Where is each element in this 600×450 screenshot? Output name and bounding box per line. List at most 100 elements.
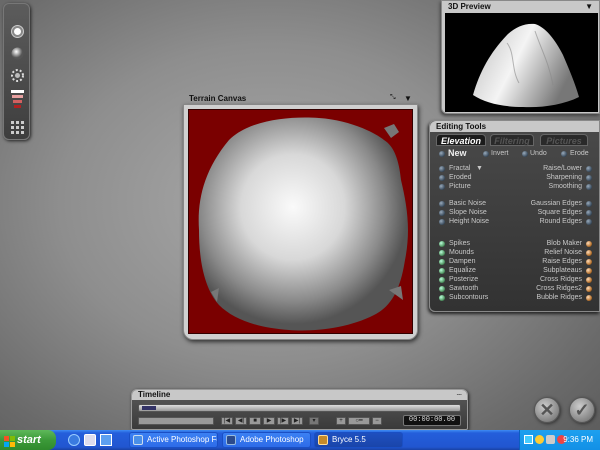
scrubber-thumb[interactable] bbox=[142, 406, 156, 410]
eroded-dot-icon[interactable] bbox=[439, 175, 445, 181]
fractal-dot-icon[interactable] bbox=[439, 166, 445, 172]
gaussian-edges-button[interactable]: Gaussian Edges bbox=[531, 200, 582, 208]
step-forward-icon[interactable]: |▶ bbox=[277, 417, 289, 425]
erode-dot-icon[interactable] bbox=[561, 151, 567, 157]
timeline-track-bar[interactable] bbox=[138, 417, 214, 425]
undo-button[interactable]: Undo bbox=[530, 150, 547, 158]
invert-button[interactable]: Invert bbox=[491, 150, 509, 158]
mounds-button[interactable]: Mounds bbox=[449, 249, 474, 257]
new-dot-icon[interactable] bbox=[439, 151, 445, 157]
cancel-button[interactable]: ✕ bbox=[534, 397, 560, 423]
basic-noise-dot-icon[interactable] bbox=[439, 201, 445, 207]
basic-noise-button[interactable]: Basic Noise bbox=[449, 200, 486, 208]
accept-button[interactable]: ✓ bbox=[569, 397, 595, 423]
gradient-bars-icon[interactable] bbox=[10, 89, 25, 109]
square-edges-dot-icon[interactable] bbox=[586, 210, 592, 216]
grid-icon[interactable] bbox=[10, 120, 25, 135]
height-noise-dot-icon[interactable] bbox=[439, 219, 445, 225]
gaussian-edges-dot-icon[interactable] bbox=[586, 201, 592, 207]
step-back-icon[interactable]: ◀| bbox=[235, 417, 247, 425]
resize-icon[interactable]: ⤡ bbox=[390, 94, 396, 102]
resize-grip-icon[interactable]: ....... bbox=[456, 391, 462, 397]
play-icon[interactable]: ▶ bbox=[263, 417, 275, 425]
stop-icon[interactable]: ■ bbox=[249, 417, 261, 425]
tab-filtering[interactable]: Filtering bbox=[490, 134, 534, 146]
shaded-sphere-icon[interactable] bbox=[10, 46, 25, 61]
tab-pictures[interactable]: Pictures bbox=[540, 134, 588, 146]
posterize-dot-icon[interactable] bbox=[439, 277, 445, 283]
internet-explorer-icon[interactable] bbox=[68, 434, 80, 446]
dampen-button[interactable]: Dampen bbox=[449, 258, 475, 266]
triangle-down-icon[interactable]: ▼ bbox=[585, 2, 593, 11]
square-edges-button[interactable]: Square Edges bbox=[538, 209, 582, 217]
smoothing-dot-icon[interactable] bbox=[586, 184, 592, 190]
subplateaus-dot-icon[interactable] bbox=[586, 268, 592, 274]
sphere-icon[interactable] bbox=[10, 24, 25, 39]
record-icon[interactable]: ▾ bbox=[309, 417, 319, 425]
invert-dot-icon[interactable] bbox=[483, 151, 489, 157]
equalize-dot-icon[interactable] bbox=[439, 268, 445, 274]
taskbar-item-adobe-photoshop[interactable]: Adobe Photoshop bbox=[222, 432, 311, 448]
round-edges-dot-icon[interactable] bbox=[586, 219, 592, 225]
bubble-ridges-button[interactable]: Bubble Ridges bbox=[536, 294, 582, 302]
tab-elevation[interactable]: Elevation bbox=[436, 134, 486, 146]
fractal-button[interactable]: Fractal bbox=[449, 165, 470, 173]
raise-lower-dot-icon[interactable] bbox=[586, 166, 592, 172]
timeline-scrubber[interactable] bbox=[138, 404, 461, 412]
new-button[interactable]: New bbox=[448, 149, 467, 158]
subcontours-button[interactable]: Subcontours bbox=[449, 294, 488, 302]
smoothing-button[interactable]: Smoothing bbox=[549, 183, 582, 191]
slope-noise-button[interactable]: Slope Noise bbox=[449, 209, 487, 217]
to-start-icon[interactable]: |◀ bbox=[221, 417, 233, 425]
relief-noise-button[interactable]: Relief Noise bbox=[544, 249, 582, 257]
posterize-button[interactable]: Posterize bbox=[449, 276, 478, 284]
blob-maker-dot-icon[interactable] bbox=[586, 241, 592, 247]
cross-ridges2-button[interactable]: Cross Ridges2 bbox=[536, 285, 582, 293]
raise-lower-button[interactable]: Raise/Lower bbox=[543, 165, 582, 173]
outlook-express-icon[interactable] bbox=[84, 434, 96, 446]
relief-noise-dot-icon[interactable] bbox=[586, 250, 592, 256]
messenger-icon[interactable] bbox=[535, 435, 544, 444]
subcontours-dot-icon[interactable] bbox=[439, 295, 445, 301]
taskbar-item-bryce[interactable]: Bryce 5.5 bbox=[314, 432, 403, 448]
spikes-dot-icon[interactable] bbox=[439, 241, 445, 247]
preview-viewport[interactable] bbox=[445, 13, 598, 112]
terrain-map[interactable] bbox=[188, 109, 413, 334]
to-end-icon[interactable]: ▶| bbox=[291, 417, 303, 425]
spikes-button[interactable]: Spikes bbox=[449, 240, 470, 248]
round-edges-button[interactable]: Round Edges bbox=[540, 218, 582, 226]
picture-dot-icon[interactable] bbox=[439, 184, 445, 190]
slope-noise-dot-icon[interactable] bbox=[439, 210, 445, 216]
network-icon[interactable] bbox=[524, 435, 533, 444]
height-noise-button[interactable]: Height Noise bbox=[449, 218, 489, 226]
cross-ridges-dot-icon[interactable] bbox=[586, 277, 592, 283]
undo-dot-icon[interactable] bbox=[522, 151, 528, 157]
triangle-down-icon[interactable]: ▼ bbox=[404, 94, 412, 103]
dotted-sphere-icon[interactable] bbox=[10, 68, 25, 83]
sawtooth-dot-icon[interactable] bbox=[439, 286, 445, 292]
raise-edges-button[interactable]: Raise Edges bbox=[542, 258, 582, 266]
add-key-icon[interactable]: + bbox=[336, 417, 346, 425]
key-icon[interactable]: ○━ bbox=[348, 417, 370, 425]
remove-key-icon[interactable]: − bbox=[372, 417, 382, 425]
volume-icon[interactable] bbox=[546, 435, 555, 444]
start-button[interactable]: start bbox=[0, 430, 56, 450]
mounds-dot-icon[interactable] bbox=[439, 250, 445, 256]
taskbar-item-photoshop-forum[interactable]: Active Photoshop For... bbox=[129, 432, 218, 448]
raise-edges-dot-icon[interactable] bbox=[586, 259, 592, 265]
cross-ridges-button[interactable]: Cross Ridges bbox=[540, 276, 582, 284]
triangle-down-icon[interactable]: ▼ bbox=[476, 165, 483, 173]
blob-maker-button[interactable]: Blob Maker bbox=[547, 240, 582, 248]
sawtooth-button[interactable]: Sawtooth bbox=[449, 285, 478, 293]
cross-ridges2-dot-icon[interactable] bbox=[586, 286, 592, 292]
erode-button[interactable]: Erode bbox=[570, 150, 589, 158]
sharpening-dot-icon[interactable] bbox=[586, 175, 592, 181]
show-desktop-icon[interactable] bbox=[100, 434, 112, 446]
subplateaus-button[interactable]: Subplateaus bbox=[543, 267, 582, 275]
dampen-dot-icon[interactable] bbox=[439, 259, 445, 265]
picture-button[interactable]: Picture bbox=[449, 183, 471, 191]
equalize-button[interactable]: Equalize bbox=[449, 267, 476, 275]
sharpening-button[interactable]: Sharpening bbox=[546, 174, 582, 182]
eroded-button[interactable]: Eroded bbox=[449, 174, 472, 182]
bubble-ridges-dot-icon[interactable] bbox=[586, 295, 592, 301]
